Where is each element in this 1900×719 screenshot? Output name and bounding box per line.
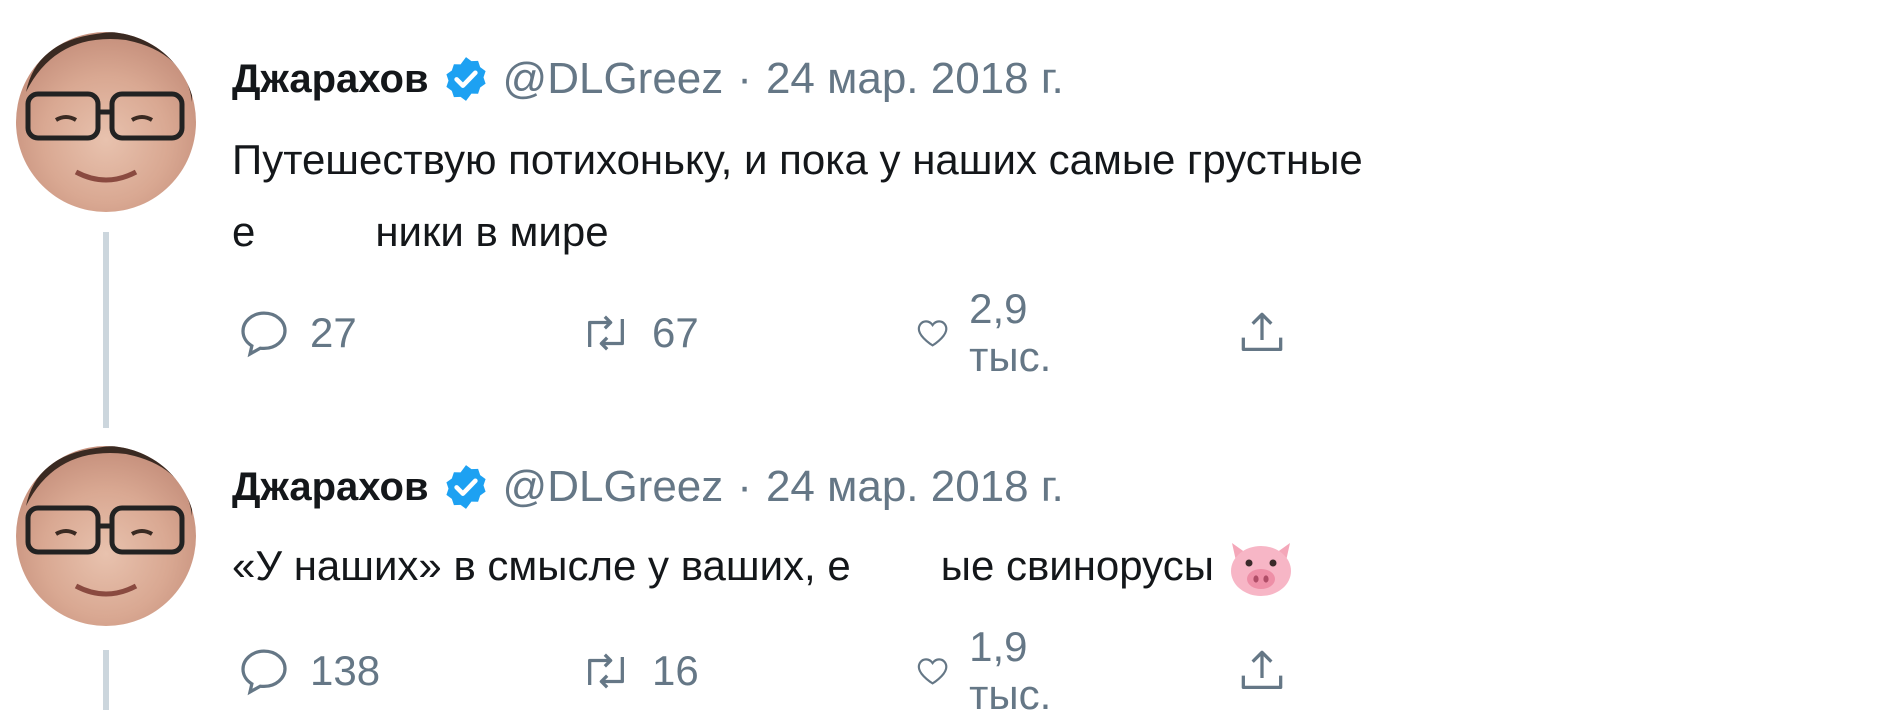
retweet-count: 16 bbox=[652, 647, 699, 694]
tweet-date[interactable]: 24 мар. 2018 г. bbox=[766, 462, 1064, 512]
like-button[interactable]: 1,9 тыс. bbox=[914, 623, 1070, 718]
tweet-text-fragment: ые свинорусы bbox=[940, 542, 1214, 589]
thread-line bbox=[103, 650, 109, 710]
avatar-photo bbox=[25, 32, 192, 183]
tweet-header: Джарахов @DLGreez · 24 мар. 2018 г. bbox=[232, 452, 1064, 522]
retweet-button[interactable]: 67 bbox=[578, 298, 699, 368]
tweet-text-line: е ники в мире bbox=[232, 196, 1732, 268]
reply-icon bbox=[241, 649, 287, 696]
author-name[interactable]: Джарахов bbox=[232, 57, 429, 102]
share-icon bbox=[1241, 312, 1283, 351]
tweet-text-fragment: «У наших» в смысле у ваших, е bbox=[232, 542, 851, 589]
author-name[interactable]: Джарахов bbox=[232, 465, 429, 510]
tweet[interactable]: Джарахов @DLGreez · 24 мар. 2018 г. Путе… bbox=[0, 0, 1900, 440]
author-handle[interactable]: @DLGreez bbox=[503, 462, 724, 512]
separator-dot: · bbox=[737, 54, 752, 103]
avatar[interactable] bbox=[16, 32, 196, 212]
verified-badge-icon bbox=[445, 465, 486, 509]
retweet-button[interactable]: 16 bbox=[578, 636, 699, 706]
tweet-header: Джарахов @DLGreez · 24 мар. 2018 г. bbox=[232, 44, 1064, 114]
pig-face-icon bbox=[1230, 542, 1291, 596]
reply-icon bbox=[241, 311, 287, 358]
reply-button[interactable]: 138 bbox=[236, 636, 380, 706]
avatar[interactable] bbox=[16, 446, 196, 626]
tweet-text: Путешествую потихоньку, и пока у наших с… bbox=[232, 124, 1732, 268]
reply-count: 27 bbox=[310, 309, 357, 356]
retweet-icon bbox=[588, 653, 624, 689]
thread-line bbox=[103, 232, 109, 428]
tweet-text: «У наших» в смысле у ваших, е ые свинорус… bbox=[232, 530, 1732, 602]
separator-dot: · bbox=[737, 462, 752, 511]
share-button[interactable] bbox=[1234, 298, 1290, 368]
heart-icon bbox=[917, 320, 948, 347]
reply-count: 138 bbox=[310, 647, 381, 694]
reply-button[interactable]: 27 bbox=[236, 298, 357, 368]
heart-icon bbox=[917, 658, 948, 685]
like-button[interactable]: 2,9 тыс. bbox=[914, 285, 1070, 380]
tweet-text-line: «У наших» в смысле у ваших, е ые свинорус… bbox=[232, 530, 1732, 602]
verified-badge-icon bbox=[445, 57, 486, 101]
tweet-date[interactable]: 24 мар. 2018 г. bbox=[766, 54, 1064, 104]
like-count: 2,9 тыс. bbox=[969, 285, 1052, 380]
share-button[interactable] bbox=[1234, 636, 1290, 706]
share-icon bbox=[1241, 650, 1283, 689]
retweet-count: 67 bbox=[652, 309, 699, 356]
tweet[interactable]: Джарахов @DLGreez · 24 мар. 2018 г. «У н… bbox=[0, 440, 1900, 718]
tweet-text-fragment: е bbox=[232, 208, 256, 255]
author-handle[interactable]: @DLGreez bbox=[503, 54, 724, 104]
tweet-text-line: Путешествую потихоньку, и пока у наших с… bbox=[232, 136, 1363, 183]
retweet-icon bbox=[588, 315, 624, 351]
tweet-text-fragment: ники в мире bbox=[375, 208, 609, 255]
avatar-photo bbox=[25, 446, 192, 597]
like-count: 1,9 тыс. bbox=[969, 623, 1052, 718]
